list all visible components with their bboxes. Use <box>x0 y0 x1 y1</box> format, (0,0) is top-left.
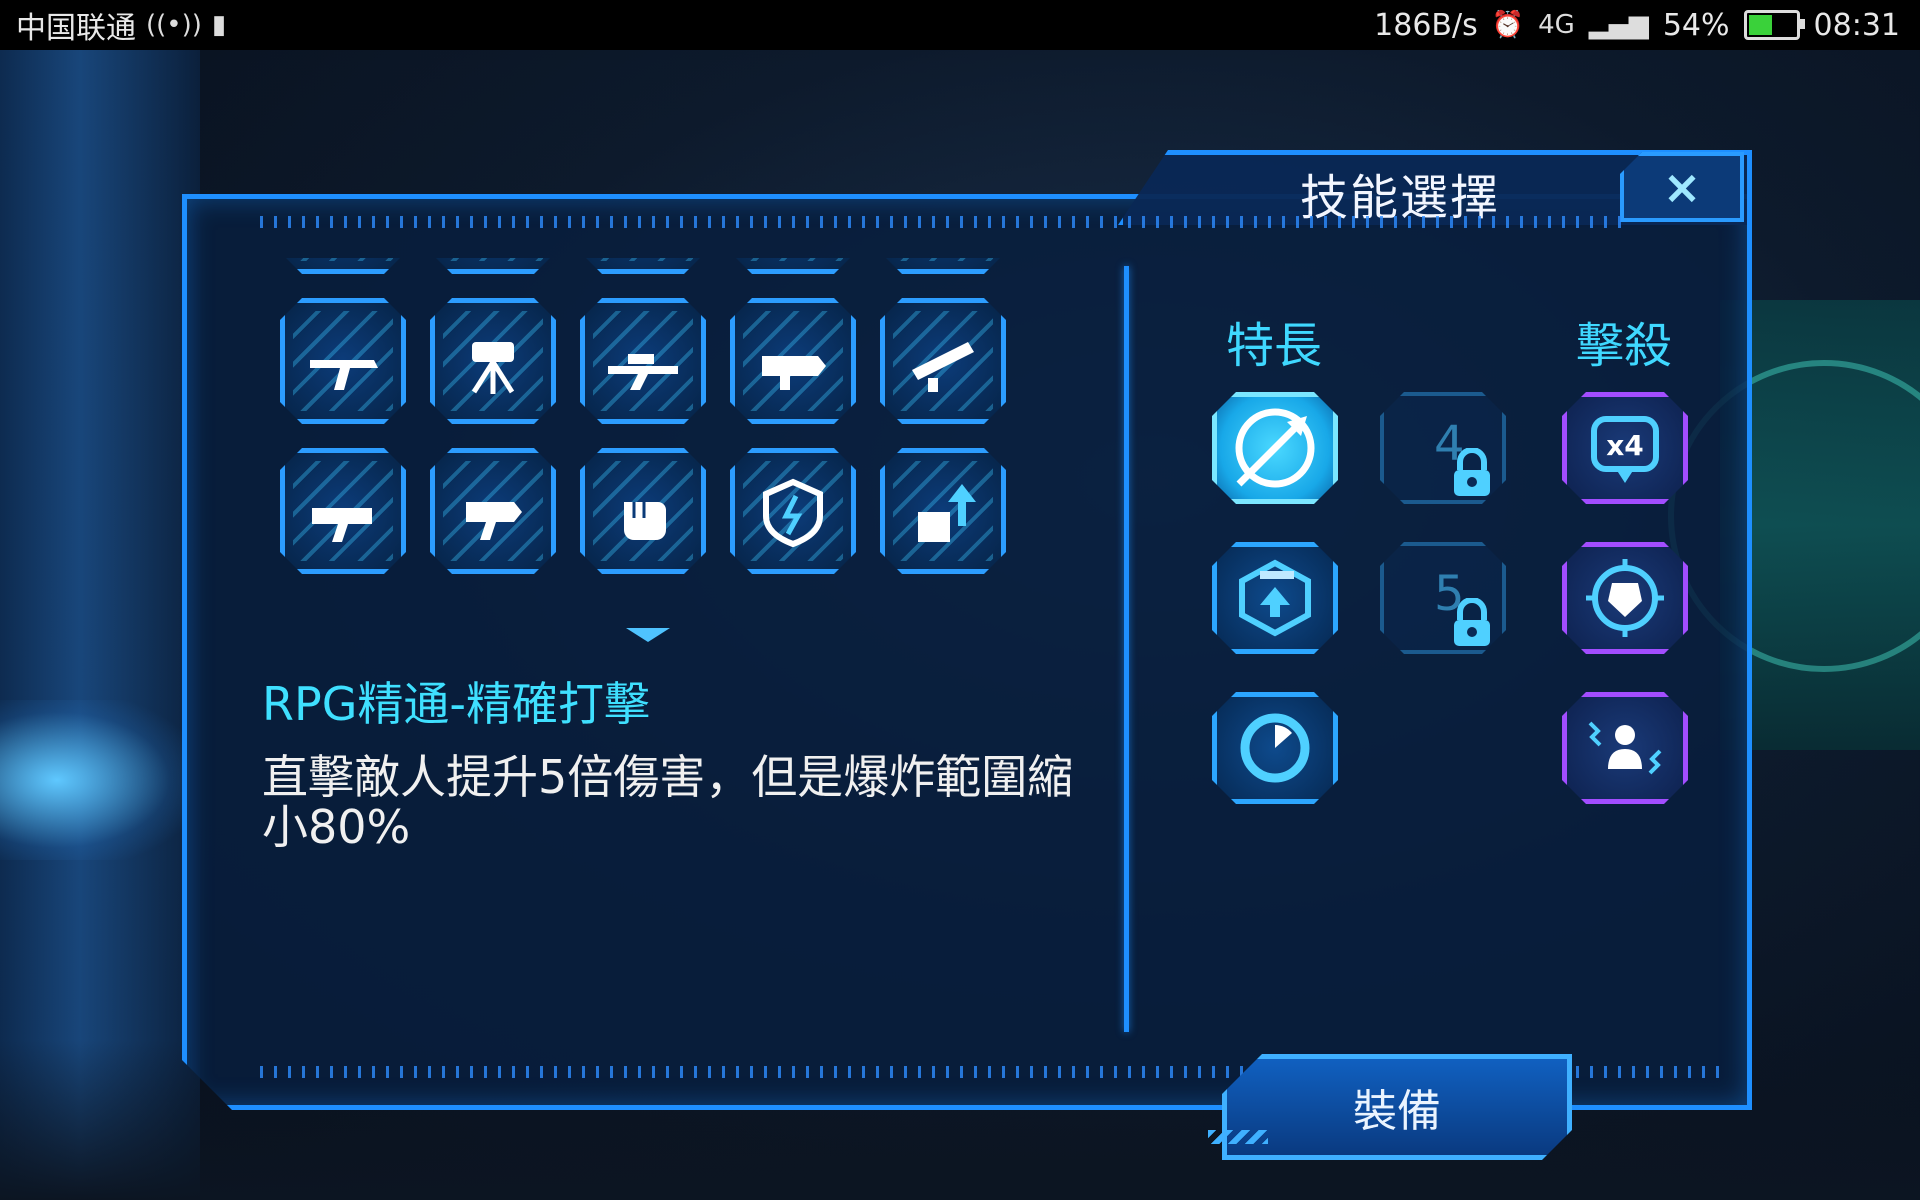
killstreaks-header: 擊殺 <box>1576 318 1673 374</box>
perk-locked-slot-5: 5 <box>1380 542 1506 654</box>
selected-skill-description: 直擊敵人提升5倍傷害，但是爆炸範圍縮小80% <box>262 750 1074 854</box>
battery-saver-icon: ▮ <box>211 10 227 40</box>
skill-slot[interactable] <box>280 448 406 574</box>
killstreak-slot-2[interactable] <box>1562 542 1688 654</box>
clock: 08:31 <box>1813 7 1900 43</box>
skill-slot[interactable] <box>580 448 706 574</box>
close-icon: × <box>1662 160 1702 214</box>
skill-slot[interactable] <box>730 258 856 274</box>
skill-grid-viewport[interactable] <box>280 258 1020 608</box>
heavy-gun-icon <box>304 472 382 550</box>
perks-header: 特長 <box>1226 318 1323 374</box>
skill-slot[interactable] <box>430 258 556 274</box>
skill-slot[interactable] <box>430 298 556 424</box>
perk-slot-3[interactable] <box>1212 692 1338 804</box>
scroll-down-arrow-icon[interactable] <box>626 628 670 642</box>
signal-icon: ▂▄▆ <box>1588 10 1649 40</box>
turret-icon <box>454 322 532 400</box>
skill-slot[interactable] <box>280 258 406 274</box>
close-button[interactable]: × <box>1620 152 1744 222</box>
battery-percent: 54% <box>1662 7 1730 43</box>
assault-rifle-icon <box>304 322 382 400</box>
network-speed: 186B/s <box>1374 7 1478 43</box>
selected-skill-name: RPG精通-精確打擊 <box>262 677 650 731</box>
equip-button[interactable]: 裝備 <box>1222 1054 1572 1160</box>
skill-slot[interactable] <box>580 298 706 424</box>
strength-up-icon <box>904 472 982 550</box>
hotspot-icon: ((•)) <box>146 10 202 40</box>
skill-slot[interactable] <box>880 258 1006 274</box>
rpg-icon <box>754 322 832 400</box>
sniper-icon <box>604 322 682 400</box>
skill-grid <box>280 258 1006 574</box>
battery-icon <box>1743 10 1805 40</box>
lmg-icon <box>904 322 982 400</box>
background-left-glow <box>0 700 190 860</box>
x4-killstreak-icon: x4 <box>1580 403 1670 493</box>
perk-locked-slot-4: 4 <box>1380 392 1506 504</box>
status-bar-left: 中国联通 ((•)) ▮ <box>0 3 226 47</box>
melee-fist-icon <box>604 472 682 550</box>
shield-icon <box>754 472 832 550</box>
weapon-upgrade-icon <box>1230 553 1320 643</box>
carrier-name: 中国联通 <box>16 11 136 46</box>
skill-slot[interactable] <box>730 448 856 574</box>
player-shock-icon <box>1580 703 1670 793</box>
target-armor-icon <box>1580 553 1670 643</box>
lock-icon <box>1448 598 1496 648</box>
skill-slot[interactable] <box>730 298 856 424</box>
x4-label: x4 <box>1606 429 1644 462</box>
network-4g-icon: 4G <box>1538 10 1575 40</box>
alarm-icon: ⏰ <box>1491 10 1525 40</box>
killstreak-slot-1[interactable]: x4 <box>1562 392 1688 504</box>
killstreak-slot-3[interactable] <box>1562 692 1688 804</box>
perk-slot-1[interactable] <box>1212 392 1338 504</box>
precision-shot-icon <box>1227 400 1323 496</box>
perk-slot-2[interactable] <box>1212 542 1338 654</box>
skill-slot[interactable] <box>580 258 706 274</box>
skill-slot[interactable] <box>880 448 1006 574</box>
skill-slot[interactable] <box>430 448 556 574</box>
ruler-decoration-top <box>260 216 1630 228</box>
panel-divider <box>1124 266 1129 1032</box>
equip-stripes-decoration <box>1208 1130 1268 1144</box>
cooldown-timer-icon <box>1230 703 1320 793</box>
lock-icon <box>1448 448 1496 498</box>
status-bar: 中国联通 ((•)) ▮ 186B/s ⏰ 4G ▂▄▆ 54% 08:31 <box>0 0 1920 50</box>
equip-button-label: 裝備 <box>1353 1086 1441 1137</box>
skill-slot[interactable] <box>880 298 1006 424</box>
background-left-machinery <box>0 50 200 1200</box>
status-bar-right: 186B/s ⏰ 4G ▂▄▆ 54% 08:31 <box>1374 8 1920 43</box>
skill-slot[interactable] <box>280 298 406 424</box>
blaster-icon <box>454 472 532 550</box>
